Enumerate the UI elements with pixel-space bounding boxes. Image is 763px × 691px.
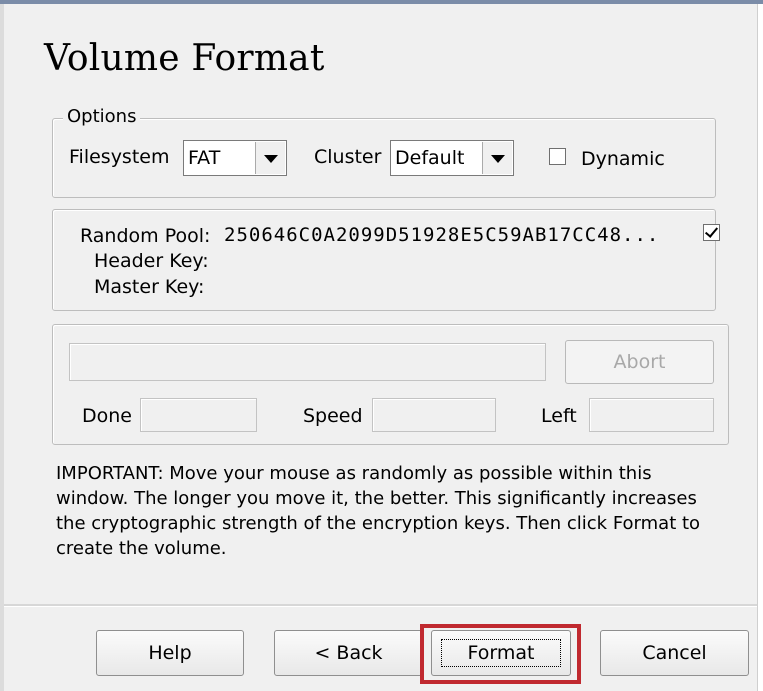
header-key-label: Header Key:: [94, 250, 209, 272]
cluster-label: Cluster: [314, 146, 382, 168]
abort-button[interactable]: Abort: [565, 340, 714, 384]
speed-field: [372, 398, 496, 432]
window-left-edge: [0, 4, 4, 691]
cancel-button[interactable]: Cancel: [600, 630, 749, 676]
footer-divider: [4, 604, 757, 607]
filesystem-value: FAT: [188, 147, 221, 169]
left-field: [589, 398, 714, 432]
speed-label: Speed: [303, 405, 363, 427]
done-field: [140, 398, 257, 432]
page-title: Volume Format: [44, 38, 325, 79]
window-right-edge: [757, 4, 763, 691]
format-highlight: [420, 624, 581, 684]
window-top-border: [0, 0, 763, 4]
filesystem-label: Filesystem: [69, 146, 170, 168]
random-pool-value: 250646C0A2099D51928E5C59AB17CC48...: [224, 224, 660, 246]
dynamic-checkbox[interactable]: [549, 148, 566, 165]
options-legend: Options: [63, 106, 141, 127]
progress-bar: [69, 343, 546, 381]
done-label: Done: [82, 405, 132, 427]
back-button[interactable]: < Back: [274, 630, 423, 676]
help-button[interactable]: Help: [96, 630, 244, 676]
filesystem-select[interactable]: FAT: [183, 140, 287, 176]
left-label: Left: [541, 405, 577, 427]
master-key-label: Master Key:: [94, 276, 205, 298]
important-notice: IMPORTANT: Move your mouse as randomly a…: [56, 463, 701, 559]
dynamic-label[interactable]: Dynamic: [581, 148, 665, 170]
cluster-value: Default: [395, 147, 465, 169]
cluster-select[interactable]: Default: [390, 140, 514, 176]
show-pool-checkbox[interactable]: [703, 224, 720, 241]
random-pool-label: Random Pool:: [80, 225, 211, 247]
chevron-down-icon[interactable]: [255, 142, 285, 174]
chevron-down-icon[interactable]: [482, 142, 512, 174]
